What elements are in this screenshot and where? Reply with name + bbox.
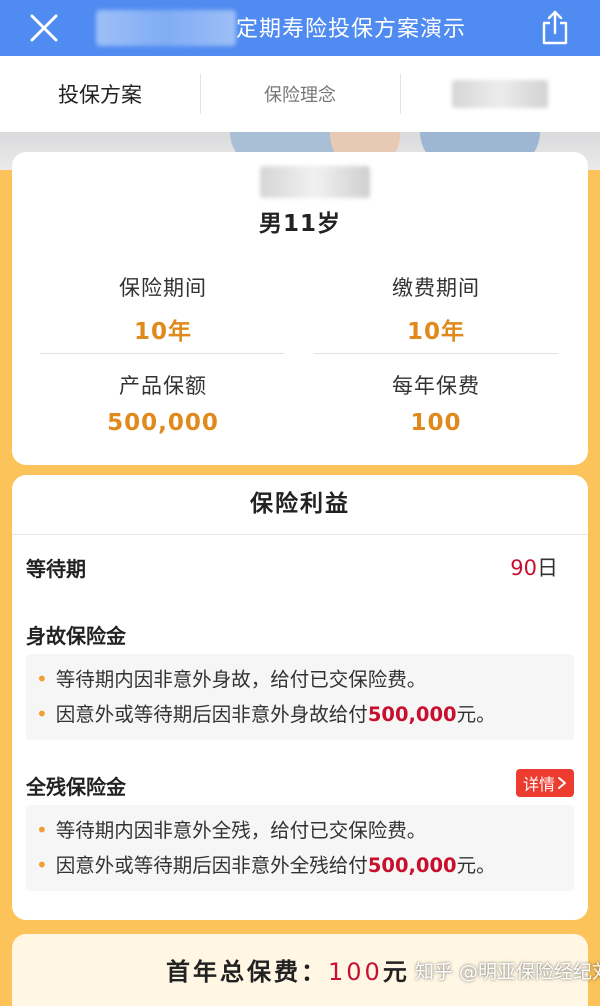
plan-summary-card: 男11岁 保险期间 10年 缴费期间 10年 产品保额 500,000 每年保费… — [12, 152, 588, 465]
total-unit: 元 — [382, 958, 410, 986]
chevron-right-icon — [558, 777, 566, 789]
stat-value: 500,000 — [107, 410, 219, 436]
total-premium: 首年总保费：100元 — [166, 952, 410, 987]
stat-value: 10年 — [133, 319, 192, 345]
share-icon[interactable] — [540, 9, 570, 45]
waiting-period-label: 等待期 — [26, 557, 86, 581]
blurred-title-prefix — [96, 10, 236, 46]
disability-benefit-box: • 等待期内因非意外全残，给付已交保险费。 • 因意外或等待期后因非意外全残给付50… — [26, 805, 574, 891]
total-label: 首年总保费： — [166, 958, 328, 986]
benefit-amount: 500,000 — [367, 703, 457, 726]
bullet-icon: • — [36, 702, 48, 726]
tab-bar: 投保方案 保险理念 — [0, 56, 600, 132]
stat-label: 缴费期间 — [392, 276, 480, 300]
benefit-text: 等待期内因非意外全残，给付已交保险费。 — [55, 819, 427, 842]
tab-concept[interactable]: 保险理念 — [200, 56, 400, 132]
watermark: 知乎 @明亚保险经纪刘刚 — [415, 961, 600, 983]
tab-label: 保险理念 — [264, 85, 336, 106]
tab-blurred[interactable] — [400, 56, 600, 132]
stat-value: 10年 — [406, 319, 465, 345]
death-benefit-title: 身故保险金 — [26, 624, 126, 648]
benefit-amount: 500,000 — [367, 854, 457, 877]
benefit-line: • 因意外或等待期后因非意外身故给付500,000元。 — [36, 697, 564, 732]
details-button[interactable]: 详情 — [516, 769, 574, 797]
benefits-card: 保险利益 等待期 90日 身故保险金 • 等待期内因非意外身故，给付已交保险费。 … — [12, 475, 588, 920]
divider — [314, 353, 558, 354]
benefit-line: • 因意外或等待期后因非意外全残给付500,000元。 — [36, 848, 564, 883]
disability-benefit-title: 全残保险金 — [26, 775, 126, 799]
payment-period: 缴费期间 10年 — [313, 272, 559, 346]
sum-assured: 产品保额 500,000 — [40, 370, 286, 436]
close-icon[interactable] — [26, 10, 62, 46]
bullet-icon: • — [36, 667, 48, 691]
benefit-text: 等待期内因非意外身故，给付已交保险费。 — [55, 668, 427, 691]
page-title: 定期寿险投保方案演示 — [236, 17, 467, 42]
total-amount: 100 — [328, 958, 383, 986]
annual-premium: 每年保费 100 — [313, 370, 559, 436]
stat-label: 产品保额 — [119, 374, 207, 398]
benefits-title: 保险利益 — [12, 475, 588, 535]
stat-label: 每年保费 — [392, 374, 480, 398]
benefit-text-suffix: 元。 — [456, 854, 496, 877]
blurred-tab-label — [452, 80, 548, 108]
benefit-text: 因意外或等待期后因非意外身故给付 — [55, 703, 368, 726]
bullet-icon: • — [36, 818, 48, 842]
stat-label: 保险期间 — [119, 276, 207, 300]
stat-value: 100 — [410, 410, 462, 436]
benefit-text: 因意外或等待期后因非意外全残给付 — [55, 854, 368, 877]
tab-label: 投保方案 — [58, 83, 142, 107]
tab-plan[interactable]: 投保方案 — [0, 56, 200, 132]
insurance-period: 保险期间 10年 — [40, 272, 286, 346]
benefit-text-suffix: 元。 — [456, 703, 496, 726]
waiting-period-unit: 日 — [537, 556, 558, 580]
waiting-period-number: 90 — [510, 556, 537, 580]
divider — [40, 353, 284, 354]
details-label: 详情 — [522, 775, 555, 794]
bullet-icon: • — [36, 853, 48, 877]
waiting-period-value: 90日 — [510, 552, 558, 582]
benefit-line: • 等待期内因非意外身故，给付已交保险费。 — [36, 662, 564, 697]
benefit-line: • 等待期内因非意外全残，给付已交保险费。 — [36, 813, 564, 848]
insured-label: 男11岁 — [258, 211, 341, 237]
death-benefit-box: • 等待期内因非意外身故，给付已交保险费。 • 因意外或等待期后因非意外身故给付50… — [26, 654, 574, 740]
app-header: 定期寿险投保方案演示 — [0, 0, 600, 56]
blurred-product-name — [260, 166, 370, 198]
